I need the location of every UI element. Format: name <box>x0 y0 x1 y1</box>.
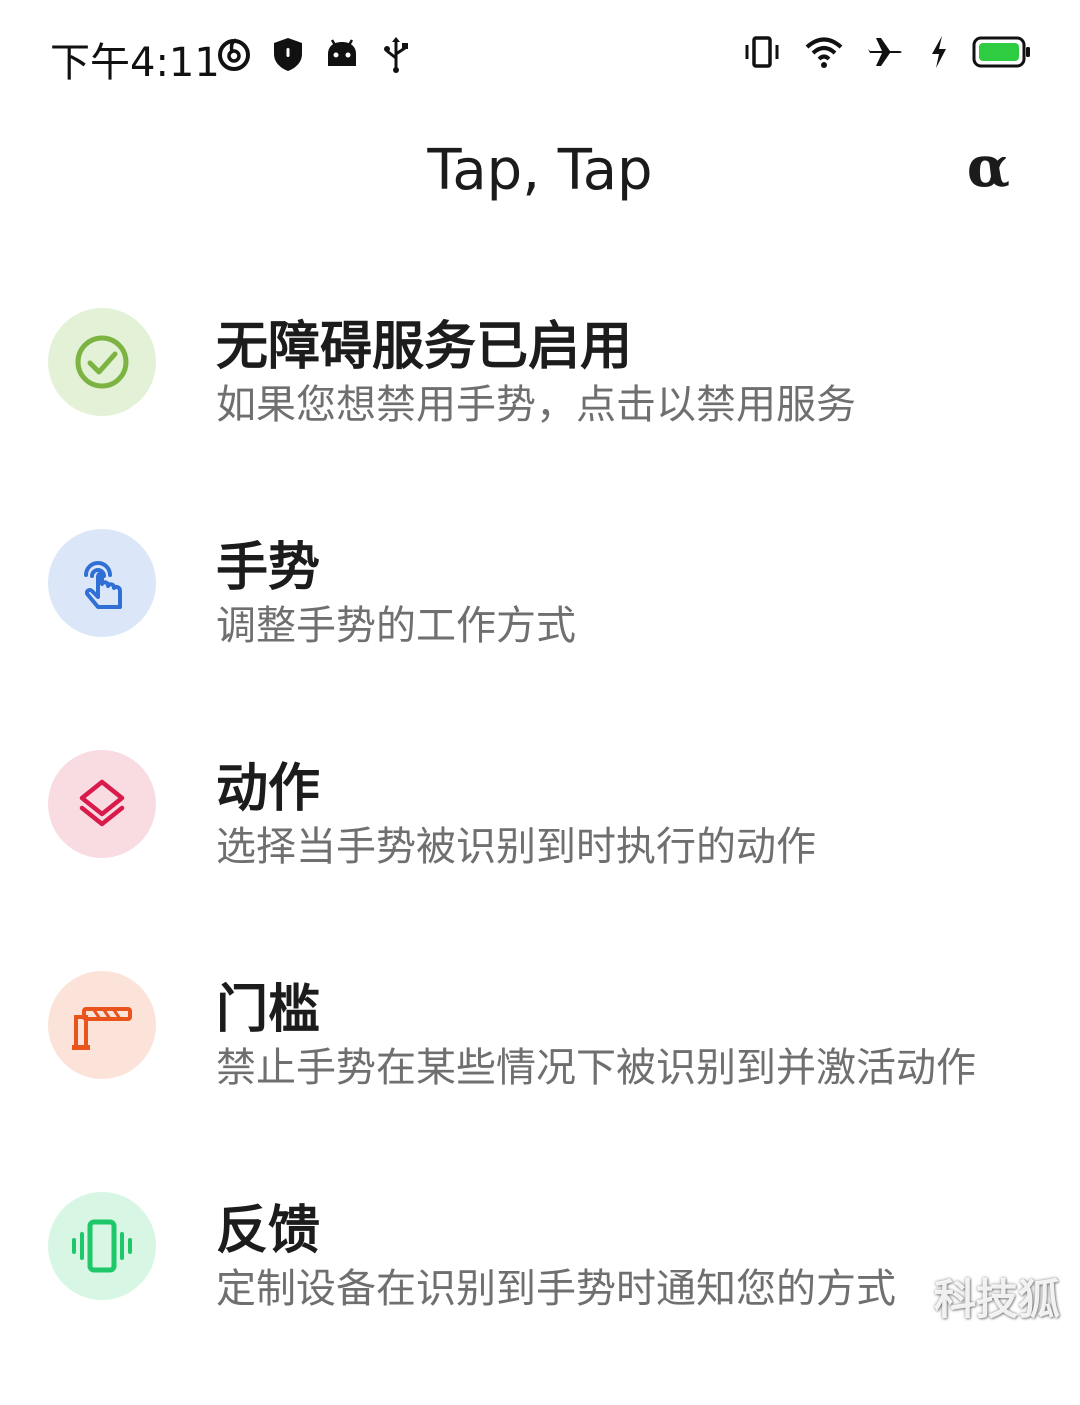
touch-gesture-icon <box>84 561 122 609</box>
menu-item-gates[interactable]: 门槛 禁止手势在某些情况下被识别到并激活动作 <box>0 963 1080 1184</box>
menu-item-accessibility-service[interactable]: 无障碍服务已启用 如果您想禁用手势，点击以禁用服务 <box>0 300 1080 521</box>
app-bar: Tap, Tap α <box>0 110 1080 240</box>
menu-item-title: 反馈 <box>216 1201 321 1261</box>
menu-item-title: 无障碍服务已启用 <box>216 317 633 377</box>
menu-item-subtitle: 定制设备在识别到手势时通知您的方式 <box>216 1266 896 1312</box>
layers-icon <box>79 779 125 827</box>
status-bar: 下午4:11 <box>0 0 1080 110</box>
android-icon <box>328 39 356 66</box>
menu-item-subtitle: 禁止手势在某些情况下被识别到并激活动作 <box>216 1045 976 1091</box>
wifi-icon <box>805 37 843 68</box>
menu-list: 无障碍服务已启用 如果您想禁用手势，点击以禁用服务 手势 调整手势的工作方式 动… <box>0 300 1080 1405</box>
alpha-button[interactable]: α <box>967 134 1010 200</box>
accessibility-icon-circle <box>48 308 156 416</box>
shield-icon <box>274 38 302 71</box>
battery-icon <box>972 36 1030 68</box>
menu-item-subtitle: 调整手势的工作方式 <box>216 603 576 649</box>
netease-music-icon <box>218 38 250 71</box>
menu-item-subtitle: 如果您想禁用手势，点击以禁用服务 <box>216 382 856 428</box>
status-left-icons <box>214 34 416 74</box>
check-circle-icon <box>75 335 129 389</box>
vibration-icon <box>72 1219 132 1273</box>
app-title: Tap, Tap <box>427 138 653 203</box>
vibrate-icon <box>745 36 779 68</box>
watermark: 科技狐 <box>933 1275 1060 1324</box>
barrier-gate-icon <box>72 1007 132 1050</box>
menu-item-feedback[interactable]: 反馈 定制设备在识别到手势时通知您的方式 <box>0 1184 1080 1405</box>
usb-icon <box>384 37 408 73</box>
status-time: 下午4:11 <box>50 40 220 86</box>
menu-item-title: 门槛 <box>216 980 321 1040</box>
actions-icon-circle <box>48 750 156 858</box>
status-right-icons <box>742 32 1032 72</box>
menu-item-actions[interactable]: 动作 选择当手势被识别到时执行的动作 <box>0 742 1080 963</box>
menu-item-subtitle: 选择当手势被识别到时执行的动作 <box>216 824 816 870</box>
menu-item-title: 动作 <box>216 759 321 819</box>
airplane-icon <box>868 38 902 66</box>
feedback-icon-circle <box>48 1192 156 1300</box>
gestures-icon-circle <box>48 529 156 637</box>
gates-icon-circle <box>48 971 156 1079</box>
menu-item-gestures[interactable]: 手势 调整手势的工作方式 <box>0 521 1080 742</box>
charging-icon <box>932 36 946 68</box>
menu-item-title: 手势 <box>216 538 321 598</box>
